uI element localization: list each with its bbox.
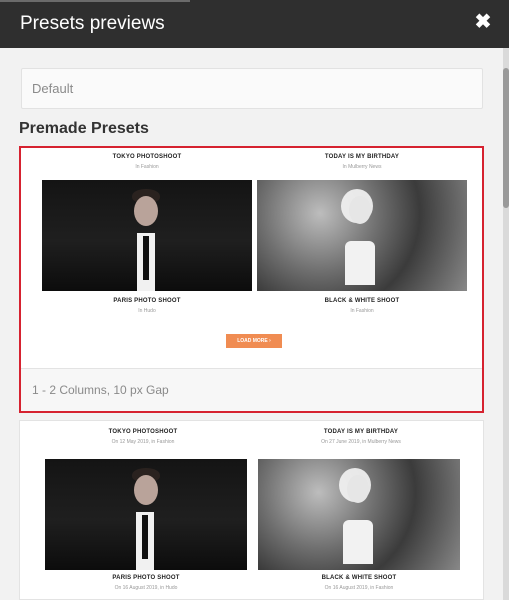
dialog-header: Presets previews ✖ [0,0,509,48]
face-shape [133,474,158,505]
premade-presets-heading: Premade Presets [19,120,149,137]
preset-card-1[interactable]: TOKYO PHOTOSHOOT In Fashion TODAY IS MY … [19,146,484,413]
preview-item-title: PARIS PHOTO SHOOT [113,298,181,304]
preset-caption: 1 - 2 Columns, 10 px Gap [21,368,482,411]
header-top-accent [0,0,190,2]
face-shape [346,474,369,503]
preview-item: TODAY IS MY BIRTHDAY In Mulberry News [257,154,467,170]
preview-photo-man [45,459,247,570]
preview-item: BLACK & WHITE SHOOT On 16 August 2019, i… [258,575,460,591]
preview-item-title: TOKYO PHOTOSHOOT [108,429,178,435]
preview-item-subtitle: In Fashion [135,164,159,170]
top-shape [345,241,376,286]
preview-item: TOKYO PHOTOSHOOT On 12 May 2019, in Fash… [38,429,248,445]
preview-item-subtitle: In Fashion [350,308,374,314]
preview-item: PARIS PHOTO SHOOT In Hudo [42,298,252,314]
preview-item: TOKYO PHOTOSHOOT In Fashion [42,154,252,170]
preview-item-title: TODAY IS MY BIRTHDAY [323,429,399,435]
preview-photo-woman [258,459,460,570]
preview-item-subtitle: In Mulberry News [342,164,382,170]
scrollbar-track[interactable] [503,48,509,600]
preview-item: TODAY IS MY BIRTHDAY On 27 June 2019, in… [256,429,466,445]
preview-item-title: PARIS PHOTO SHOOT [112,575,180,581]
preview-item-title: BLACK & WHITE SHOOT [324,298,400,304]
tie-shape [141,514,148,559]
preview-item-title: BLACK & WHITE SHOOT [321,575,397,581]
preview-photo-woman [257,180,467,291]
default-preset-field[interactable]: Default [21,68,483,109]
preview-photo-man [42,180,252,291]
presets-content: Default Premade Presets TOKYO PHOTOSHOOT… [0,48,509,600]
preview-item-subtitle: On 16 August 2019, in Fashion [324,585,394,591]
tie-shape [142,235,149,280]
load-more-button[interactable]: LOAD MORE › [226,334,282,348]
dialog-title: Presets previews [20,13,165,34]
preview-item-title: TODAY IS MY BIRTHDAY [324,154,400,160]
preview-item-subtitle: On 12 May 2019, in Fashion [111,439,175,445]
scrollbar-thumb[interactable] [503,68,509,208]
preview-item-subtitle: On 27 June 2019, in Mulberry News [321,439,401,445]
close-icon[interactable]: ✖ [471,10,495,34]
face-shape [134,195,159,226]
preview-item-subtitle: In Hudo [138,308,156,314]
preview-item: BLACK & WHITE SHOOT In Fashion [257,298,467,314]
preview-item: PARIS PHOTO SHOOT On 16 August 2019, in … [45,575,247,591]
preview-item-subtitle: On 16 August 2019, in Hudo [114,585,178,591]
top-shape [342,520,373,565]
face-shape [349,195,372,224]
preview-item-title: TOKYO PHOTOSHOOT [112,154,182,160]
preset-card-2[interactable]: TOKYO PHOTOSHOOT On 12 May 2019, in Fash… [19,420,484,600]
